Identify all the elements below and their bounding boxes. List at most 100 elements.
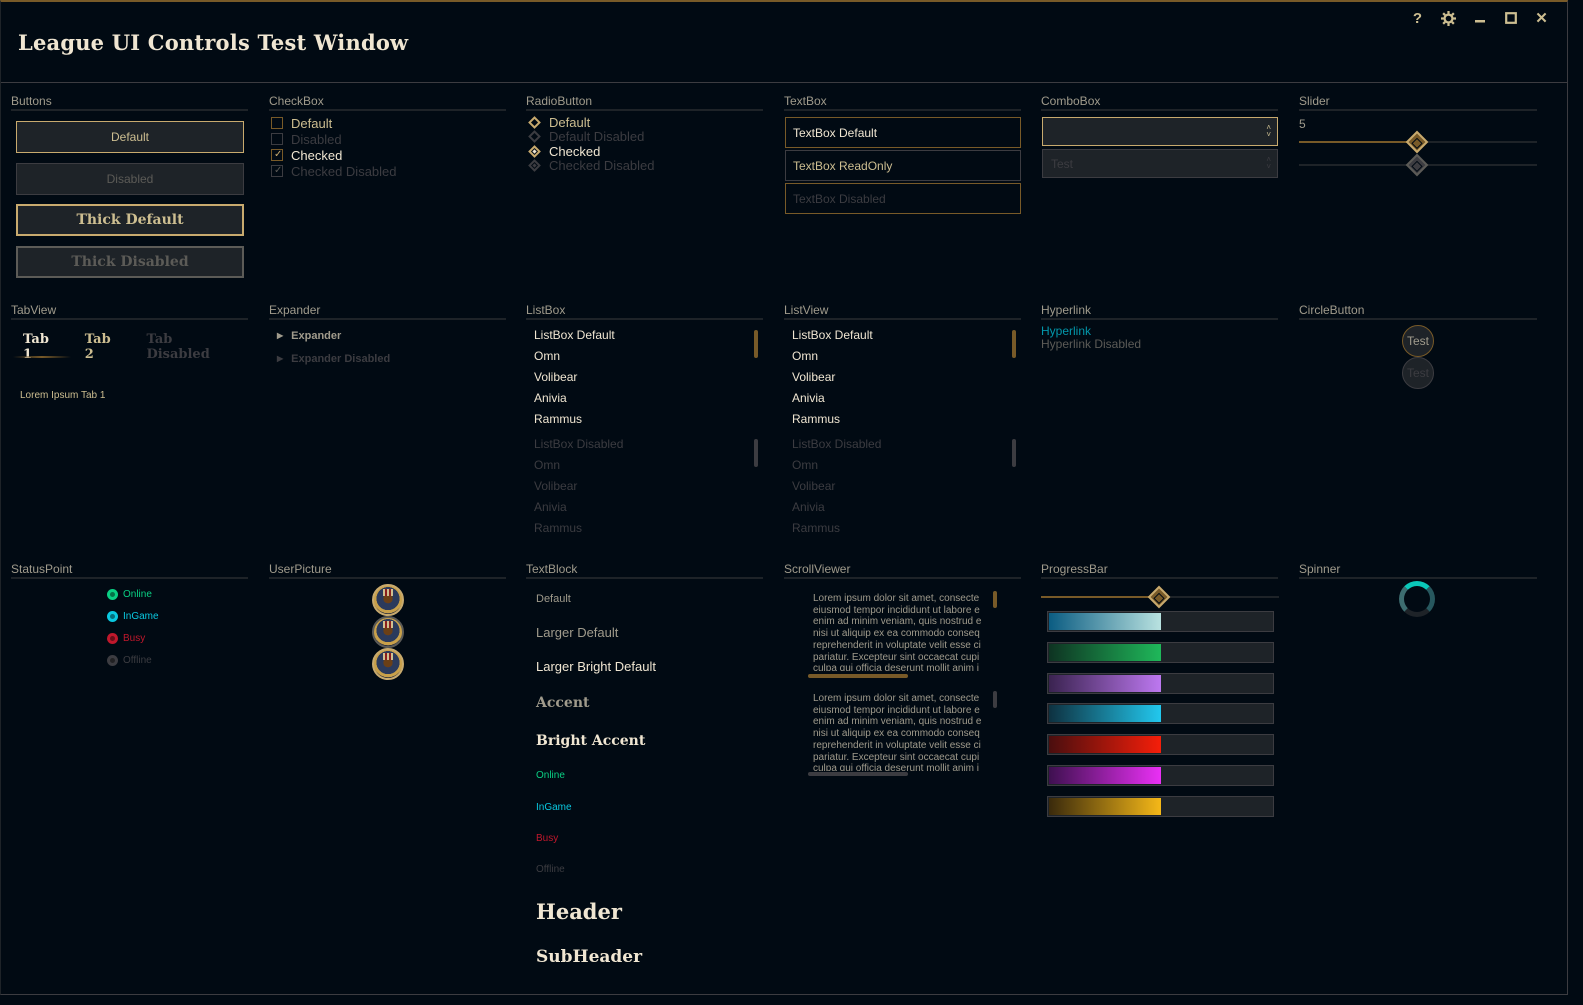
list-item[interactable]: Volibear — [784, 366, 1021, 387]
default-button[interactable]: Default — [16, 121, 244, 153]
slider-thumb[interactable] — [1147, 585, 1171, 609]
status-ingame: InGame — [107, 605, 248, 627]
list-item[interactable]: Volibear — [526, 366, 763, 387]
settings-button[interactable] — [1433, 6, 1464, 30]
list-item[interactable]: Rammus — [526, 517, 763, 538]
disabled-button[interactable]: Disabled — [16, 163, 244, 195]
horizontal-scrollbar-thumb[interactable] — [808, 772, 908, 776]
list-item[interactable]: ListBox Disabled — [784, 433, 1021, 454]
list-item[interactable]: Anivia — [526, 496, 763, 517]
textblock-offline: Offline — [536, 864, 565, 875]
text-line: reprehenderit in voluptate velit esse ci — [813, 739, 981, 751]
list-item[interactable]: Anivia — [784, 387, 1021, 408]
list-item[interactable]: Volibear — [784, 475, 1021, 496]
textblock-section: TextBlock Default Larger Default Larger … — [526, 559, 763, 989]
user-picture[interactable] — [372, 648, 404, 680]
hyperlink-disabled[interactable]: Hyperlink Disabled — [1041, 337, 1278, 351]
radio-checked-disabled[interactable]: Checked Disabled — [526, 158, 763, 173]
list-item[interactable]: Omn — [784, 345, 1021, 366]
user-picture[interactable] — [372, 584, 404, 616]
section-header: ListBox — [526, 300, 763, 320]
textbox-section: TextBox TextBox Default TextBox ReadOnly… — [784, 91, 1021, 214]
section-header: Hyperlink — [1041, 300, 1278, 320]
textblock-bright-accent: Bright Accent — [536, 733, 646, 749]
progress-fill — [1049, 767, 1161, 784]
list-item[interactable]: Anivia — [526, 387, 763, 408]
checkbox-checked[interactable]: ✓ Checked — [269, 147, 506, 163]
list-item[interactable]: Rammus — [784, 408, 1021, 429]
updown-arrows-icon: ˄ ˅ — [1266, 155, 1271, 171]
checkbox-section: CheckBox Default Disabled ✓ Checked ✓ Chec… — [269, 91, 506, 179]
list-item[interactable]: ListBox Disabled — [526, 433, 763, 454]
listview-default[interactable]: ListBox Default Omn Volibear Anivia Ramm… — [784, 324, 1021, 429]
tab-2[interactable]: Tab 2 — [73, 332, 135, 362]
status-dot-icon — [107, 588, 118, 600]
expander-disabled[interactable]: ▶ Expander Disabled — [269, 347, 506, 370]
checkbox-disabled[interactable]: Disabled — [269, 131, 506, 147]
horizontal-scrollbar-thumb[interactable] — [808, 674, 908, 678]
combobox-default[interactable]: ˄ ˅ — [1042, 117, 1278, 146]
thick-default-button[interactable]: Thick Default — [16, 204, 244, 236]
vertical-scrollbar-thumb[interactable] — [993, 591, 997, 608]
checkbox-box: ✓ — [271, 165, 283, 177]
list-item[interactable]: Rammus — [526, 408, 763, 429]
scrollbar-thumb[interactable] — [1012, 439, 1016, 467]
listbox-disabled[interactable]: ListBox Disabled Omn Volibear Anivia Ram… — [526, 433, 763, 538]
listbox-default[interactable]: ListBox Default Omn Volibear Anivia Ramm… — [526, 324, 763, 429]
tab-1[interactable]: Tab 1 — [11, 332, 73, 362]
textbox-default[interactable]: TextBox Default — [785, 117, 1021, 148]
listview-disabled[interactable]: ListBox Disabled Omn Volibear Anivia Ram… — [784, 433, 1021, 538]
progress-fill — [1049, 705, 1161, 723]
scrollbar-thumb[interactable] — [754, 330, 758, 358]
circle-button-disabled[interactable]: Test — [1402, 357, 1434, 389]
checkmark-icon: ✓ — [274, 165, 283, 176]
textbox-readonly[interactable]: TextBox ReadOnly — [785, 150, 1021, 181]
list-item[interactable]: Rammus — [784, 517, 1021, 538]
status-label: Offline — [123, 654, 152, 666]
checkbox-checked-disabled[interactable]: ✓ Checked Disabled — [269, 163, 506, 179]
tab-disabled[interactable]: Tab Disabled — [134, 332, 248, 362]
expander-default[interactable]: ▶ Expander — [269, 324, 506, 347]
scrollviewer-default[interactable]: Lorem ipsum dolor sit amet, consecte eiu… — [813, 593, 988, 671]
list-item[interactable]: Omn — [784, 454, 1021, 475]
thick-disabled-button[interactable]: Thick Disabled — [16, 246, 244, 278]
hyperlink[interactable]: Hyperlink — [1041, 324, 1278, 338]
user-picture-disabled[interactable] — [372, 616, 404, 648]
radio-label: Default Disabled — [549, 129, 645, 145]
progress-bar — [1047, 641, 1274, 663]
radio-checked[interactable]: Checked — [526, 144, 763, 159]
checkbox-default[interactable]: Default — [269, 115, 506, 131]
list-item[interactable]: Anivia — [784, 496, 1021, 517]
list-item[interactable]: Omn — [526, 345, 763, 366]
listview-section: ListView ListBox Default Omn Volibear An… — [784, 300, 1021, 535]
status-busy: Busy — [107, 627, 248, 649]
progress-slider[interactable] — [1041, 585, 1279, 609]
progress-bar — [1047, 795, 1274, 817]
combobox-disabled[interactable]: Test ˄ ˅ — [1042, 149, 1278, 178]
textbox-disabled[interactable]: TextBox Disabled — [785, 183, 1021, 214]
vertical-scrollbar-thumb[interactable] — [993, 691, 997, 708]
scrollbar-thumb[interactable] — [754, 439, 758, 467]
slider-default[interactable] — [1299, 130, 1537, 154]
radio-label: Default — [549, 114, 591, 130]
maximize-button[interactable] — [1495, 6, 1526, 30]
circle-button[interactable]: Test — [1402, 325, 1434, 357]
textblock-subheader: SubHeader — [536, 947, 643, 967]
list-item[interactable]: Volibear — [526, 475, 763, 496]
slider-thumb[interactable] — [1405, 153, 1429, 177]
close-button[interactable]: ✕ — [1526, 6, 1557, 30]
slider-disabled[interactable] — [1299, 153, 1537, 177]
list-item[interactable]: Omn — [526, 454, 763, 475]
help-button[interactable]: ? — [1402, 6, 1433, 30]
radio-default-disabled[interactable]: Default Disabled — [526, 129, 763, 145]
close-icon: ✕ — [1535, 10, 1548, 27]
list-item[interactable]: ListBox Default — [526, 324, 763, 345]
textblock-larger-default: Larger Default — [536, 625, 619, 640]
radio-default[interactable]: Default — [526, 115, 763, 130]
scrollviewer-disabled[interactable]: Lorem ipsum dolor sit amet, consecte eiu… — [813, 693, 988, 771]
slider-thumb[interactable] — [1405, 130, 1429, 154]
list-item[interactable]: ListBox Default — [784, 324, 1021, 345]
minimize-button[interactable] — [1464, 6, 1495, 30]
scrollbar-thumb[interactable] — [1012, 330, 1016, 358]
section-header: Slider — [1299, 91, 1537, 111]
